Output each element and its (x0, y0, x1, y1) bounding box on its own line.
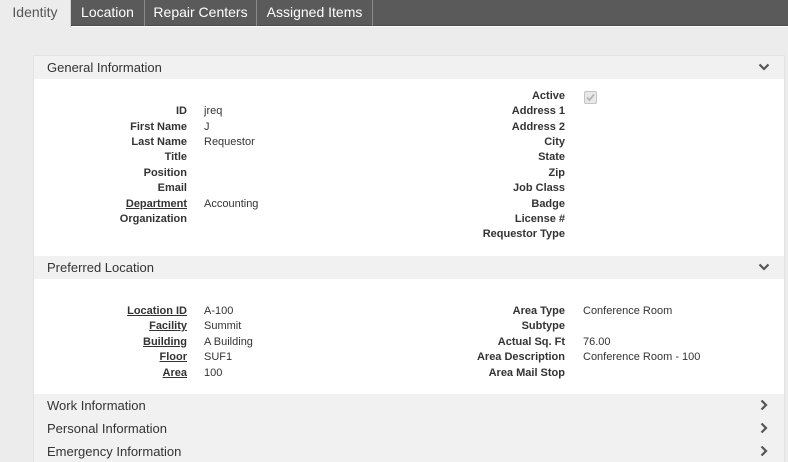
check-icon (586, 93, 595, 102)
department-link[interactable]: Department (126, 198, 187, 210)
personal-information-header[interactable]: Personal Information (34, 417, 784, 440)
building-value: A Building (204, 336, 253, 348)
tab-location[interactable]: Location (71, 0, 145, 26)
state-label: State (538, 151, 565, 163)
area-link[interactable]: Area (163, 367, 187, 379)
title-label: Title (164, 151, 187, 163)
email-label: Email (157, 182, 187, 194)
section-title: Preferred Location (47, 260, 154, 275)
facility-link[interactable]: Facility (149, 320, 187, 332)
badge-label: Badge (531, 198, 565, 210)
work-information-header[interactable]: Work Information (34, 394, 784, 417)
actual-sq-ft-label: Actual Sq. Ft (497, 336, 565, 348)
general-information-header[interactable]: General Information (34, 56, 784, 79)
license-label: License # (514, 213, 565, 225)
identity-content: General Information ID jreq First Name J… (33, 55, 785, 462)
subtype-label: Subtype (521, 320, 565, 332)
chevron-right-icon[interactable] (758, 400, 770, 410)
section-title: Personal Information (47, 421, 167, 436)
preferred-location-header[interactable]: Preferred Location (34, 256, 784, 279)
facility-value: Summit (204, 320, 242, 332)
zip-label: Zip (548, 167, 566, 179)
area-type-value: Conference Room (583, 305, 673, 317)
id-label: ID (176, 105, 187, 117)
chevron-right-icon[interactable] (758, 446, 770, 456)
area-description-value: Conference Room - 100 (583, 351, 701, 363)
tab-repair-centers[interactable]: Repair Centers (145, 0, 257, 26)
building-link[interactable]: Building (143, 336, 187, 348)
location-id-value: A-100 (204, 305, 234, 317)
active-checkbox[interactable] (584, 91, 597, 104)
chevron-right-icon[interactable] (758, 423, 770, 433)
chevron-down-icon[interactable] (758, 62, 770, 72)
section-title: Work Information (47, 398, 146, 413)
job-class-label: Job Class (513, 182, 565, 194)
first-name-label: First Name (130, 121, 187, 133)
tab-bar: Identity Location Repair Centers Assigne… (0, 0, 788, 28)
last-name-value: Requestor (204, 136, 255, 148)
address-2-label: Address 2 (511, 121, 565, 133)
active-label: Active (531, 90, 565, 102)
section-title: Emergency Information (47, 444, 182, 459)
location-id-link[interactable]: Location ID (127, 305, 187, 317)
department-value: Accounting (204, 198, 259, 210)
floor-value: SUF1 (204, 351, 233, 363)
area-type-label: Area Type (512, 305, 565, 317)
actual-sq-ft-value: 76.00 (583, 336, 611, 348)
city-label: City (544, 136, 565, 148)
area-mail-stop-label: Area Mail Stop (488, 367, 565, 379)
id-value: jreq (204, 105, 223, 117)
chevron-down-icon[interactable] (758, 262, 770, 272)
area-value: 100 (204, 367, 223, 379)
requestor-type-label: Requestor Type (482, 228, 565, 240)
address-1-label: Address 1 (511, 105, 565, 117)
section-title: General Information (47, 60, 162, 75)
first-name-value: J (204, 121, 210, 133)
area-description-label: Area Description (476, 351, 565, 363)
tab-assigned-items[interactable]: Assigned Items (257, 0, 373, 26)
tab-identity[interactable]: Identity (0, 0, 71, 28)
position-label: Position (143, 167, 187, 179)
last-name-label: Last Name (131, 136, 187, 148)
organization-label: Organization (119, 213, 187, 225)
emergency-information-header[interactable]: Emergency Information (34, 440, 784, 462)
floor-link[interactable]: Floor (160, 351, 188, 363)
